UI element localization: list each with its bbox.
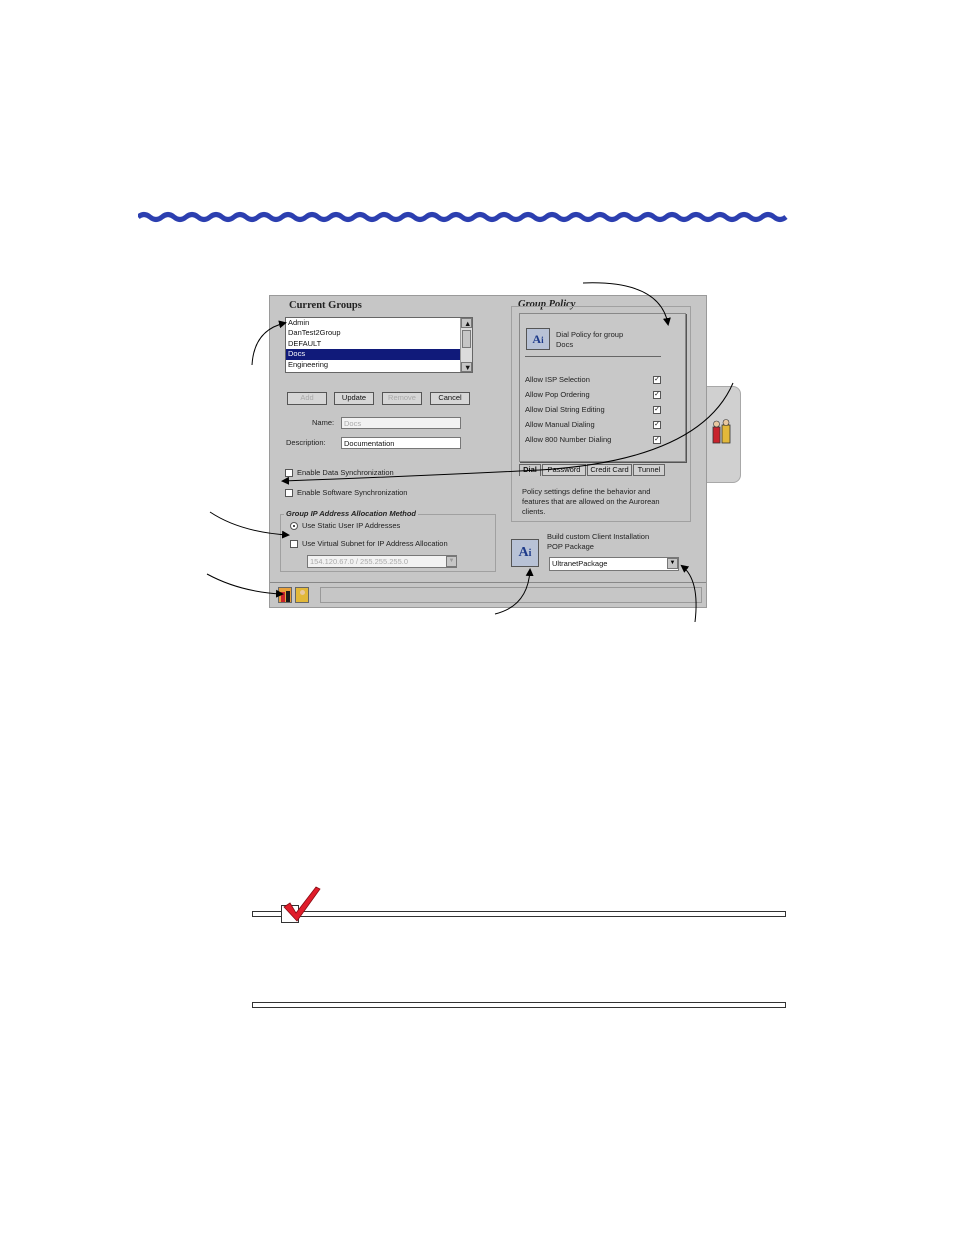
ai-policy-icon: Ai — [526, 328, 550, 350]
note-top-rule — [252, 911, 786, 917]
option-dialstring-checkbox[interactable]: ✓ — [653, 406, 661, 414]
build-label-line1: Build custom Client Installation — [547, 532, 650, 541]
data-sync-label: Enable Data Synchronization — [297, 468, 394, 477]
user-icon-head — [300, 590, 305, 595]
software-sync-checkbox[interactable] — [285, 489, 293, 497]
ai-build-icon[interactable]: Ai — [511, 539, 539, 567]
remove-button[interactable]: Remove — [382, 392, 422, 405]
option-isp-checkbox[interactable]: ✓ — [653, 376, 661, 384]
wavy-header-rule — [138, 212, 788, 222]
policy-description-line1: Policy settings define the behavior and — [522, 487, 651, 496]
option-isp-label: Allow ISP Selection — [525, 375, 590, 384]
groups-icon-right-figure — [286, 591, 290, 602]
update-button[interactable]: Update — [334, 392, 374, 405]
panel-title-line2: Docs — [556, 340, 574, 349]
data-sync-checkbox[interactable] — [285, 469, 293, 477]
tab-dial[interactable]: Dial — [519, 464, 541, 476]
groups-scrollbar[interactable]: ▲ ▼ — [460, 318, 472, 372]
tab-password[interactable]: Password — [542, 464, 586, 476]
add-button[interactable]: Add — [287, 392, 327, 405]
static-ip-label: Use Static User IP Addresses — [302, 521, 401, 530]
note-bottom-rule — [252, 1002, 786, 1008]
scroll-down-icon[interactable]: ▼ — [461, 361, 472, 372]
status-bar — [270, 582, 706, 607]
panel-title-line1: Dial Policy for group — [556, 330, 624, 339]
software-sync-label: Enable Software Synchronization — [297, 488, 408, 497]
name-label: Name: — [312, 418, 335, 427]
list-item[interactable]: Admin — [286, 318, 472, 328]
policy-description-line3: clients. — [522, 507, 546, 516]
scroll-up-icon[interactable]: ▲ — [461, 318, 472, 329]
subnet-select[interactable]: 154.120.67.0 / 255.255.255.0 — [307, 555, 457, 568]
subnet-dropdown-icon[interactable]: ▼ — [446, 556, 457, 567]
callout-arrows — [206, 282, 734, 623]
static-ip-radio[interactable] — [290, 522, 298, 530]
radio-dot — [293, 525, 295, 527]
description-label: Description: — [286, 438, 326, 447]
groups-icon-left-figure — [281, 592, 285, 602]
scroll-thumb[interactable] — [462, 330, 471, 348]
option-dialstring-label: Allow Dial String Editing — [525, 405, 605, 414]
current-groups-header: Current Groups — [289, 300, 362, 311]
virtual-subnet-checkbox[interactable] — [290, 540, 298, 548]
dial-policy-panel: Ai Dial Policy for group Docs Allow ISP … — [519, 313, 686, 462]
cancel-button[interactable]: Cancel — [430, 392, 470, 405]
tab-credit-card[interactable]: Credit Card — [587, 464, 632, 476]
user-icon[interactable] — [295, 587, 309, 603]
list-item[interactable]: DanTest2Group — [286, 328, 472, 338]
package-dropdown-icon[interactable]: ▼ — [667, 558, 678, 569]
option-pop-checkbox[interactable]: ✓ — [653, 391, 661, 399]
status-field — [320, 587, 702, 603]
panel-divider — [525, 356, 661, 357]
ip-allocation-header: Group IP Address Allocation Method — [284, 509, 419, 518]
option-pop-label: Allow Pop Ordering — [525, 390, 590, 399]
groups-side-icon — [712, 419, 731, 444]
list-item-selected[interactable]: Docs — [286, 349, 472, 360]
groups-icon[interactable] — [278, 587, 292, 603]
name-field[interactable]: Docs — [341, 417, 461, 429]
virtual-subnet-label: Use Virtual Subnet for IP Address Alloca… — [302, 539, 448, 548]
list-item[interactable]: Engineering — [286, 360, 472, 370]
group-manager-dialog: Current Groups Admin DanTest2Group DEFAU… — [269, 295, 707, 608]
option-800-checkbox[interactable]: ✓ — [653, 436, 661, 444]
checkmark-icon — [283, 886, 321, 922]
tab-tunnel[interactable]: Tunnel — [633, 464, 665, 476]
list-item[interactable]: DEFAULT — [286, 339, 472, 349]
package-select[interactable]: UltranetPackage — [549, 557, 679, 571]
option-manual-checkbox[interactable]: ✓ — [653, 421, 661, 429]
description-field[interactable]: Documentation — [341, 437, 461, 449]
groups-listbox[interactable]: Admin DanTest2Group DEFAULT Docs Enginee… — [285, 317, 473, 373]
option-800-label: Allow 800 Number Dialing — [525, 435, 612, 444]
policy-description-line2: features that are allowed on the Aurorea… — [522, 497, 660, 506]
side-tab[interactable] — [707, 386, 741, 483]
option-manual-label: Allow Manual Dialing — [525, 420, 595, 429]
build-label-line2: POP Package — [547, 542, 594, 551]
